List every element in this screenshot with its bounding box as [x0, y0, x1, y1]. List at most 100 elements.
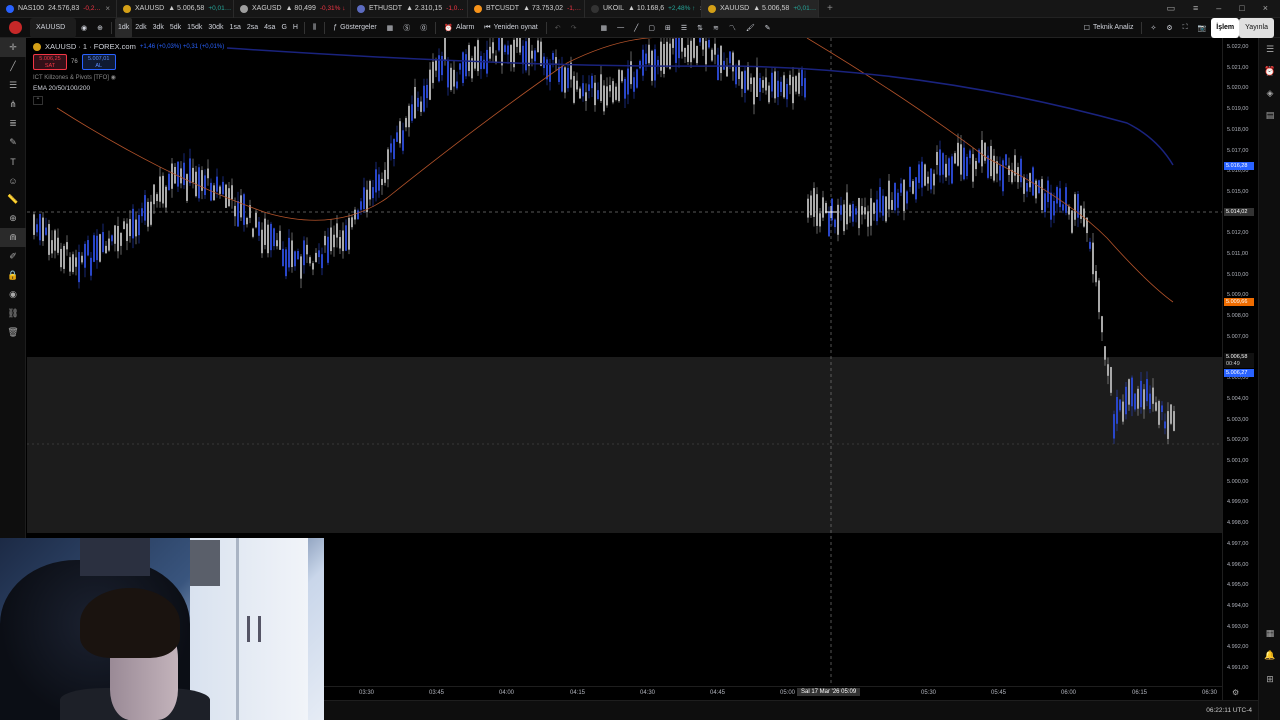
- pattern-icon[interactable]: ≋: [708, 18, 724, 38]
- apps-icon[interactable]: ⊞: [1259, 668, 1280, 690]
- timeframe-15dk[interactable]: 15dk: [184, 18, 205, 38]
- candle-body: [306, 244, 308, 255]
- legend-title[interactable]: XAUUSD · 1 · FOREX.com: [45, 42, 136, 51]
- link-icon[interactable]: ⛓: [0, 304, 26, 323]
- grid-tool-icon[interactable]: ▦: [595, 18, 612, 38]
- timeframe-3dk[interactable]: 3dk: [150, 18, 167, 38]
- horizontal-lines-icon[interactable]: ☰: [0, 76, 26, 95]
- tab-ukoil[interactable]: UKOIL▲ 10.168,6+2,48% ↑×: [585, 0, 702, 18]
- indicators-button[interactable]: ƒ Göstergeler: [328, 18, 381, 38]
- candle-body: [330, 227, 332, 252]
- settings-icon[interactable]: ⚙: [1161, 18, 1177, 38]
- trade-button[interactable]: İşlem: [1211, 17, 1240, 38]
- candle-body: [60, 248, 62, 268]
- candle-body: [519, 26, 521, 53]
- timeframe-2dk[interactable]: 2dk: [132, 18, 149, 38]
- layers-icon[interactable]: ◈: [1259, 82, 1280, 104]
- horizontal-line-icon[interactable]: —: [612, 18, 629, 38]
- pen-icon[interactable]: ✎: [760, 18, 776, 38]
- window-close-icon[interactable]: ×: [1263, 3, 1268, 14]
- emoji-icon[interactable]: ☺: [0, 171, 26, 190]
- candle-body: [966, 156, 968, 177]
- camera-icon[interactable]: 📷: [1193, 18, 1212, 38]
- fib-icon[interactable]: ⊞: [660, 18, 676, 38]
- indicator-killzones[interactable]: ICT Killzones & Pivots [TFO] ◉: [33, 74, 224, 81]
- layout-grid-icon[interactable]: ▦: [382, 18, 399, 38]
- calendar-icon[interactable]: ▦: [1259, 622, 1280, 644]
- list-icon[interactable]: ☰: [676, 18, 692, 38]
- zoom-icon[interactable]: ⊕: [0, 209, 26, 228]
- timeframe-4sa[interactable]: 4sa: [261, 18, 278, 38]
- tab-xagusd[interactable]: XAGUSD▲ 80,499-0,31% ↓×: [234, 0, 351, 18]
- indicator-ema[interactable]: EMA 20/50/100/200: [33, 85, 224, 92]
- candle-body: [51, 240, 53, 254]
- buy-button[interactable]: 5.007,01 AL: [81, 54, 116, 70]
- candle-body: [444, 32, 446, 61]
- trendline-tool-icon[interactable]: ╱: [0, 57, 26, 76]
- tech-analysis-button[interactable]: ☐ Teknik Analiz: [1079, 18, 1139, 38]
- counter-icon[interactable]: ⓪: [415, 18, 432, 38]
- timeframe-5dk[interactable]: 5dk: [167, 18, 184, 38]
- minimize-icon[interactable]: –: [1216, 3, 1221, 14]
- watchlist-icon[interactable]: ☰: [1259, 38, 1280, 60]
- collapse-icon[interactable]: ⌃: [33, 96, 43, 105]
- redo-icon[interactable]: ↷: [566, 18, 582, 38]
- eye-icon[interactable]: ◉: [76, 18, 92, 38]
- price-axis[interactable]: 5.022,00 5.021,00 5.020,00 5.019,00 5.018,00…: [1222, 38, 1258, 700]
- draw-mode-icon[interactable]: ✐: [0, 247, 26, 266]
- timeframe-g[interactable]: G: [278, 18, 289, 38]
- pitchfork-icon[interactable]: ⋔: [0, 95, 26, 114]
- compare-add-icon[interactable]: ⊕: [92, 18, 108, 38]
- tab-xauusd-active[interactable]: XAUUSD▲ 5.006,58+0,01…×: [702, 0, 819, 18]
- alarm-button[interactable]: ⏰ Alarm: [439, 18, 479, 38]
- notifications-icon[interactable]: 🔔: [1259, 644, 1280, 666]
- axis-settings-icon[interactable]: ⚙: [1232, 688, 1239, 697]
- timeframe-30dk[interactable]: 30dk: [205, 18, 226, 38]
- menu-icon[interactable]: ≡: [1193, 3, 1198, 14]
- ruler-icon[interactable]: 📏: [0, 190, 26, 209]
- avatar[interactable]: [4, 18, 27, 38]
- brush-tool-icon[interactable]: ✎: [0, 133, 26, 152]
- tab-nas100[interactable]: NAS100 24.576,83 -0,2… ×: [0, 0, 117, 18]
- chart-type-icon[interactable]: ⫼: [308, 18, 321, 38]
- tab-xauusd[interactable]: XAUUSD▲ 5.006,58+0,01…×: [117, 0, 234, 18]
- replay-button[interactable]: ⏮ Yeniden oynat: [479, 18, 542, 38]
- tab-ethusdt[interactable]: ETHUSDT▲ 2.310,15-1,0…×: [351, 0, 468, 18]
- publish-button[interactable]: Yayınla: [1239, 17, 1274, 38]
- magnet-icon[interactable]: ⋒: [0, 228, 26, 247]
- add-tab-icon[interactable]: +: [819, 3, 841, 14]
- timeframe-h[interactable]: H: [290, 18, 301, 38]
- path-icon[interactable]: 〽: [724, 18, 741, 38]
- rectangle-icon[interactable]: ▢: [643, 18, 660, 38]
- candle-body: [450, 67, 452, 90]
- timeframe-2sa[interactable]: 2sa: [244, 18, 261, 38]
- crosshair-icon[interactable]: ✛: [0, 38, 26, 57]
- magic-icon[interactable]: ✧: [1145, 18, 1161, 38]
- timeframe-1sa[interactable]: 1sa: [227, 18, 244, 38]
- tab-btcusdt[interactable]: BTCUSDT▲ 73.753,02-1,…×: [468, 0, 585, 18]
- alerts-icon[interactable]: ⏰: [1259, 60, 1280, 82]
- templates-icon[interactable]: Ⓢ: [398, 18, 415, 38]
- brush-icon[interactable]: 🖌: [741, 18, 760, 38]
- text-tool-icon[interactable]: T: [0, 152, 26, 171]
- undo-icon[interactable]: ↶: [550, 18, 566, 38]
- lock-icon[interactable]: 🔒: [0, 266, 26, 285]
- position-icon[interactable]: ⇅: [692, 18, 708, 38]
- eye-icon[interactable]: ◉: [111, 75, 116, 81]
- trash-icon[interactable]: 🗑: [0, 323, 26, 342]
- layout-icon[interactable]: ▭: [1167, 3, 1176, 14]
- candle-body: [165, 186, 167, 208]
- chart-legend: XAUUSD · 1 · FOREX.com +1,46 (+0,03%) +0…: [33, 42, 224, 105]
- fullscreen-icon[interactable]: ⛶: [1178, 18, 1193, 38]
- notes-icon[interactable]: ▤: [1259, 104, 1280, 126]
- candle-body: [684, 47, 686, 57]
- visibility-icon[interactable]: ◉: [0, 285, 26, 304]
- fib-tool-icon[interactable]: ≣: [0, 114, 26, 133]
- timeframe-1dk[interactable]: 1dk: [114, 17, 133, 38]
- maximize-icon[interactable]: □: [1239, 3, 1244, 14]
- symbol-search-input[interactable]: XAUUSD: [30, 17, 76, 38]
- close-icon[interactable]: ×: [105, 4, 110, 13]
- drawing-toolbar: ✛ ╱ ☰ ⋔ ≣ ✎ T ☺ 📏 ⊕ ⋒ ✐ 🔒 ◉ ⛓ 🗑: [0, 38, 26, 538]
- sell-button[interactable]: 5.006,25 SAT: [33, 54, 67, 70]
- trendline-icon[interactable]: ╱: [629, 18, 643, 38]
